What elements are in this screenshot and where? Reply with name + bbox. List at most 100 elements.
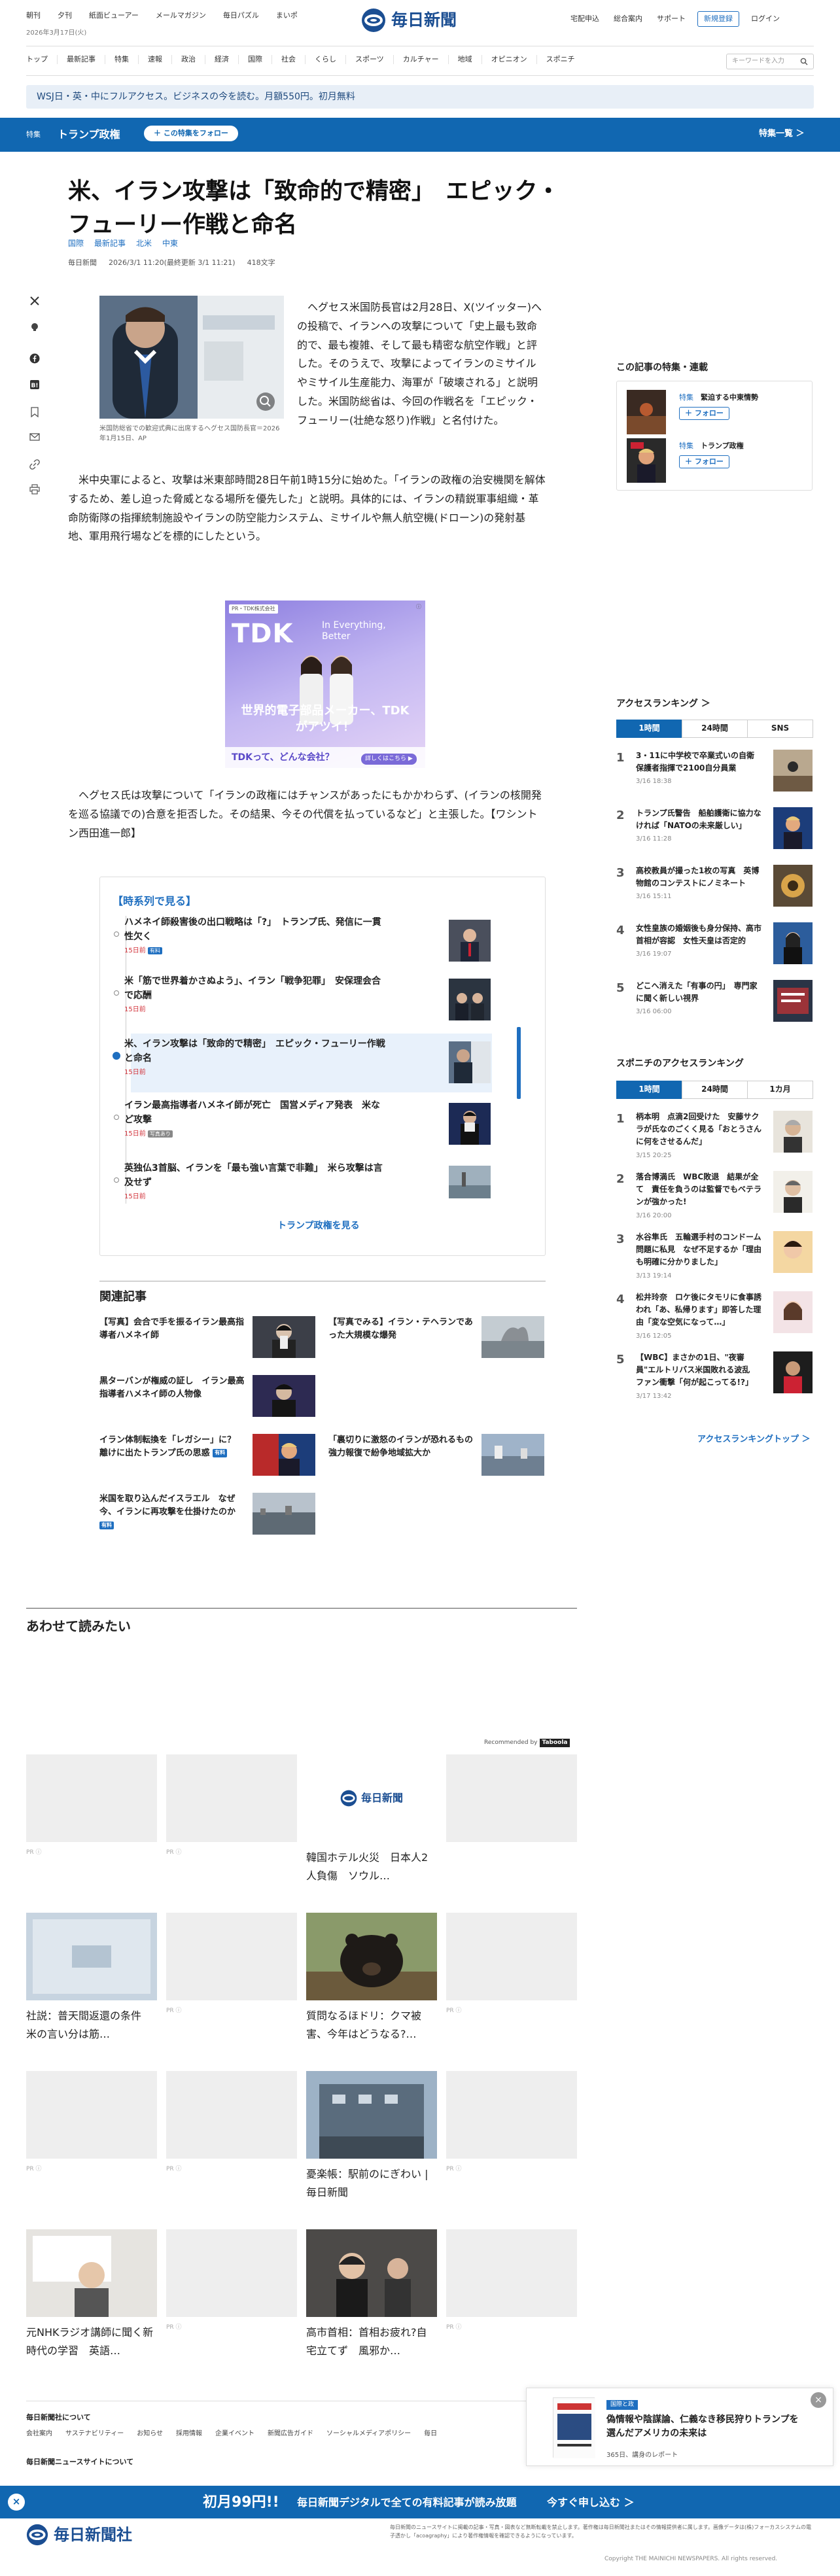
ad-info-icon[interactable]: ⓘ [416, 603, 421, 611]
sponichi-item[interactable]: 3 水谷隼氏 五輪選手村のコンドーム問題に私見 なぜ不足するか「理由も明確に分か… [616, 1231, 813, 1287]
recommend-card[interactable]: 毎日新聞 韓国ホテル火災 日本人2人負傷 ソウル… [306, 1754, 437, 1905]
tag-link[interactable]: 中東 [162, 238, 178, 249]
footer-link[interactable]: お知らせ [137, 2429, 163, 2439]
related-item[interactable]: 「裏切りに激怒のイランが恐れるもの 強力報復で紛争地域拡大か [328, 1434, 544, 1480]
sponichi-item[interactable]: 2 落合博満氏 WBC敗退 結果が全て 責任を負うのは監督でもベテランが強かった… [616, 1171, 813, 1227]
register-button[interactable]: 新規登録 [697, 11, 739, 27]
feature-follow-button[interactable]: ＋ フォロー [679, 455, 729, 468]
login-link[interactable]: ログイン [751, 14, 780, 24]
sponichi-item[interactable]: 5 【WBC】まさかの1日、"夜審員"エルトリバス米国敗れる波乱 ファン衝撃「何… [616, 1351, 813, 1408]
promo-banner[interactable]: WSJ日・英・中にフルアクセス。ビジネスの今を読む。月額550円。初月無料 [26, 85, 814, 109]
ranking-top-link[interactable]: アクセスランキングトップ ＞ [697, 1434, 811, 1446]
ranking-tab-sns[interactable]: SNS [747, 720, 813, 738]
hatena-share-icon[interactable]: B! [27, 379, 42, 390]
related-item[interactable]: 【写真でみる】イラン・テヘランであった大規模な爆発 [328, 1316, 544, 1362]
recommend-card[interactable]: 元NHKラジオ講師に聞く新時代の学習 英語… [26, 2229, 157, 2380]
footer-link[interactable]: 採用情報 [176, 2429, 202, 2439]
subscribe-apply-button[interactable]: 今すぐ申し込む ＞ [547, 2495, 635, 2510]
guide-link[interactable]: 総合案内 [614, 14, 642, 24]
footer-link[interactable]: サステナビリティー [65, 2429, 124, 2439]
follow-special-button[interactable]: ＋ この特集をフォロー [144, 126, 238, 141]
print-icon[interactable] [27, 484, 42, 495]
tag-link[interactable]: 国際 [68, 238, 84, 249]
timeline-item[interactable]: イラン最高指導者ハメネイ師が死亡 国営メディア発表 米など攻撃 15日前 写真あ… [114, 1099, 491, 1154]
recommend-card[interactable]: 社説：普天間返還の条件 米の言い分は筋… [26, 1913, 157, 2063]
related-item[interactable]: イラン体制転換を「レガシー」に？ 離けに出たトランプ氏の思惑 有料 [99, 1434, 315, 1480]
top-link-mail[interactable]: メールマガジン [156, 10, 206, 21]
facebook-share-icon[interactable] [27, 353, 42, 364]
article-photo[interactable] [99, 296, 284, 419]
nav-item[interactable]: 国際 [238, 55, 271, 64]
footer-logo[interactable]: 毎日新聞社 [26, 2524, 132, 2547]
nav-item[interactable]: くらし [305, 55, 345, 64]
recommend-card[interactable]: 高市首相：首相お疲れ?自宅立てず 風邪か… [306, 2229, 437, 2380]
top-link-evening[interactable]: 夕刊 [58, 10, 72, 21]
top-link-morning[interactable]: 朝刊 [26, 10, 41, 21]
sidebar-feature-item[interactable]: 特集 トランプ政権 ＋ フォロー [627, 438, 816, 485]
recommend-card[interactable]: 質問なるほドリ：クマ被害、今年はどうなる?… [306, 1913, 437, 2063]
ranking-item[interactable]: 4 女性皇族の婚姻後も身分保持、高市首相が容認 女性天皇は否定的 3/16 19:… [616, 922, 813, 973]
subscribe-bar[interactable]: × 初月99円!! 毎日新聞デジタルで全ての有料記事が読み放題 今すぐ申し込む … [0, 2486, 840, 2518]
related-item[interactable]: 米国を取り込んだイスラエル なぜ今、イランに再攻撃を仕掛けたのか 有料 [99, 1493, 315, 1539]
nav-item[interactable]: オピニオン [481, 55, 536, 64]
footer-link[interactable]: 新聞広告ガイド [268, 2429, 313, 2439]
sponichi-tab-1m[interactable]: 1カ月 [747, 1081, 813, 1099]
top-link-puzzle[interactable]: 毎日パズル [223, 10, 259, 21]
feature-follow-button[interactable]: ＋ フォロー [679, 407, 729, 420]
nav-item[interactable]: スポニチ [536, 55, 584, 64]
recommend-card[interactable]: PR ⓘ [166, 1754, 297, 1905]
ranking-tab-24h[interactable]: 24時間 [682, 720, 748, 738]
recommend-card[interactable]: PR ⓘ [26, 1754, 157, 1905]
special-title[interactable]: トランプ政権 [58, 127, 120, 142]
subscribe-close-icon[interactable]: × [8, 2494, 25, 2511]
ranking-tab-1h[interactable]: 1時間 [616, 720, 682, 738]
mail-share-icon[interactable] [27, 433, 42, 441]
recommend-card[interactable] [446, 1754, 577, 1905]
nav-item[interactable]: トップ [26, 55, 57, 64]
ranking-item[interactable]: 5 どこへ消えた「有事の円」 専門家に聞く新しい視界 3/16 06:00 [616, 980, 813, 1031]
nav-item[interactable]: カルチャー [393, 55, 448, 64]
nav-item[interactable]: スポーツ [345, 55, 393, 64]
timeline-more-link[interactable]: トランプ政権を見る [277, 1219, 360, 1232]
tag-link[interactable]: 北米 [136, 238, 152, 249]
related-item[interactable]: 黒ターバンが権威の証し イラン最高指導者ハメネイ師の人物像 [99, 1375, 315, 1421]
footer-link[interactable]: 会社案内 [26, 2429, 52, 2439]
recommend-card[interactable]: PR ⓘ [446, 2071, 577, 2221]
sidebar-feature-item[interactable]: 特集 緊迫する中東情勢 ＋ フォロー [627, 390, 816, 437]
link-copy-icon[interactable] [27, 459, 42, 470]
sponichi-tab-24h[interactable]: 24時間 [682, 1081, 748, 1099]
footer-link[interactable]: 企業イベント [215, 2429, 254, 2439]
nav-item[interactable]: 社会 [271, 55, 305, 64]
footer-link[interactable]: ソーシャルメディアポリシー [326, 2429, 411, 2439]
tdk-ad[interactable]: PR・TDK株式会社 ⓘ TDK In Everything, Better 世… [225, 600, 425, 768]
recommend-card[interactable]: PR ⓘ [446, 1913, 577, 2063]
related-item[interactable]: 【写真】会合で手を振るイラン最高指導者ハメネイ師 [99, 1316, 315, 1362]
recommend-card[interactable]: PR ⓘ [26, 2071, 157, 2221]
ranking-item[interactable]: 2 トランプ氏警告 船舶護衛に協力なければ「NATOの未来厳しい」 3/16 11… [616, 807, 813, 858]
special-list-link[interactable]: 特集一覧 ＞ [759, 128, 805, 141]
nav-item[interactable]: 特集 [105, 55, 138, 64]
recommend-card[interactable]: PR ⓘ [166, 2071, 297, 2221]
top-link-viewer[interactable]: 紙面ビューアー [89, 10, 139, 21]
timeline-item[interactable]: 米「筋で世界着かさぬよう」、イラン「戦争犯罪」 安保理会合で応酬 15日前 [114, 975, 491, 1030]
top-link-maipo[interactable]: まいポ [276, 10, 298, 21]
ranking-item[interactable]: 3 高校教員が撮った1枚の写真 英博物館のコンテストにノミネート 3/16 15:… [616, 865, 813, 916]
recommend-card[interactable]: PR ⓘ [166, 2229, 297, 2380]
bookmark-icon[interactable] [27, 407, 42, 417]
nav-item[interactable]: 経済 [205, 55, 238, 64]
footer-link[interactable]: 毎日 [424, 2429, 437, 2439]
ranking-item[interactable]: 1 3・11に中学校で卒業式いの自衛 保護者指揮で2100自分員業 3/16 18… [616, 750, 813, 801]
search-input[interactable]: キーワードを入力 [726, 54, 814, 69]
delivery-link[interactable]: 宅配申込 [570, 14, 599, 24]
tag-link[interactable]: 最新記事 [94, 238, 126, 249]
support-link[interactable]: サポート [657, 14, 686, 24]
sponichi-item[interactable]: 4 松井玲奈 ロケ後にタモリに食事誘われ「あ、私帰ります」即答した理由「変な空気… [616, 1291, 813, 1348]
ranking-title[interactable]: アクセスランキング ＞ [616, 697, 710, 710]
recommend-card[interactable]: 憂楽帳：駅前のにぎわい | 毎日新聞 [306, 2071, 437, 2221]
sponichi-item[interactable]: 1 柄本明 点滴2回受けた 安藤サクラが氏なのごくく見る「おとうさんに何をさせる… [616, 1111, 813, 1167]
nav-item[interactable]: 政治 [171, 55, 205, 64]
nav-item[interactable]: 地域 [447, 55, 481, 64]
ad-more-button[interactable]: 詳しくはこちら ▶ [361, 754, 417, 765]
recommend-card[interactable]: PR ⓘ [446, 2229, 577, 2380]
nav-item[interactable]: 速報 [138, 55, 171, 64]
